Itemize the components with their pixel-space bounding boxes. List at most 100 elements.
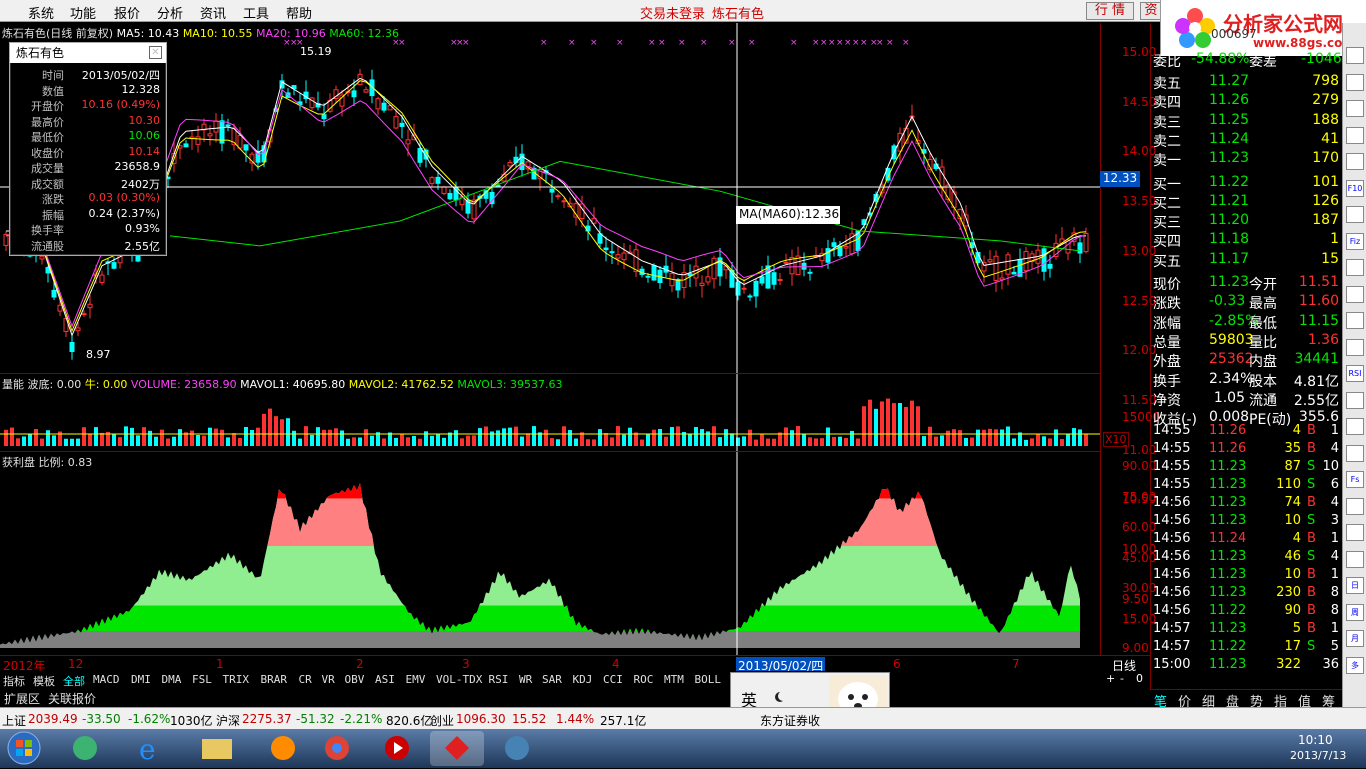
- volume-bar: [466, 435, 470, 446]
- volume-bar: [268, 408, 272, 446]
- windows-start-icon[interactable]: [4, 730, 44, 767]
- toolbar-button[interactable]: [1346, 497, 1364, 515]
- toolbar-button[interactable]: 周: [1346, 603, 1364, 621]
- tab-indicator[interactable]: VOL-TDX: [436, 673, 482, 686]
- menu-news[interactable]: 资讯: [200, 3, 226, 22]
- tab-indicator[interactable]: FSL: [192, 673, 212, 686]
- profit-chart[interactable]: 获利盘 比例: 0.83: [0, 451, 1100, 656]
- data-window[interactable]: 炼石有色 ✕ 时间 2013/05/02/四 数值 12.328 开盘价 10.16 (0…: [9, 42, 167, 256]
- paint-icon[interactable]: [490, 731, 544, 766]
- order-ratio-value: -54.88%: [1191, 51, 1250, 67]
- info-button[interactable]: 资: [1140, 2, 1162, 20]
- bid-row: 买五 11.17 15: [1151, 251, 1343, 270]
- tab-indicator[interactable]: ASI: [375, 673, 395, 686]
- toolbar-button[interactable]: 多: [1346, 656, 1364, 674]
- data-window-row: 流通股 2.55亿: [10, 238, 166, 254]
- toolbar-button[interactable]: 月: [1346, 630, 1364, 647]
- tab-indicator[interactable]: SAR: [542, 673, 562, 686]
- menu-function[interactable]: 功能: [70, 3, 96, 22]
- tick-row: 14:57 11.22 17 S 5: [1151, 639, 1343, 658]
- tab-extension[interactable]: 扩展区: [4, 690, 40, 707]
- volume-bar: [898, 403, 902, 446]
- tab-indicator[interactable]: WR: [519, 673, 532, 686]
- tab-indicator[interactable]: VR: [322, 673, 335, 686]
- volume-chart[interactable]: 量能 波底: 0.00 牛: 0.00 VOLUME: 23658.90 MAV…: [0, 373, 1100, 452]
- tab-indicator[interactable]: ROC: [634, 673, 654, 686]
- menu-quote[interactable]: 报价: [114, 3, 140, 22]
- tab-indicator[interactable]: KDJ: [573, 673, 593, 686]
- tab-indicator[interactable]: BRAR: [261, 673, 288, 686]
- ie-icon[interactable]: e: [124, 731, 178, 766]
- data-window-title: 炼石有色: [10, 43, 166, 63]
- volume-bar: [988, 428, 992, 446]
- close-icon[interactable]: ✕: [149, 46, 162, 59]
- toolbar-button[interactable]: Fiz: [1346, 232, 1364, 250]
- data-window-value: 10.14: [128, 144, 161, 158]
- toolbar-button[interactable]: [1346, 391, 1364, 409]
- toolbar-button[interactable]: [1346, 73, 1364, 91]
- tab-indicator[interactable]: 全部: [63, 673, 85, 689]
- toolbar-button[interactable]: [1346, 126, 1364, 144]
- toolbar-button[interactable]: Fs: [1346, 471, 1364, 488]
- bid-row-price: 11.18: [1209, 231, 1250, 248]
- stock-app-icon[interactable]: [430, 731, 484, 766]
- toolbar-button[interactable]: [1346, 285, 1364, 303]
- chrome-icon[interactable]: [310, 731, 364, 766]
- tab-indicator[interactable]: TRIX: [223, 673, 250, 686]
- tab-indicator[interactable]: MTM: [664, 673, 684, 686]
- candle-body: [609, 251, 615, 254]
- menu-analysis[interactable]: 分析: [157, 3, 183, 22]
- volume-bar: [4, 429, 8, 446]
- tick-time: 14:55: [1153, 459, 1191, 474]
- tab-indicator[interactable]: BOLL: [695, 673, 722, 686]
- toolbar-button[interactable]: [1346, 47, 1364, 64]
- toolbar-button[interactable]: 日: [1346, 577, 1364, 594]
- stat-value: 2.55亿: [1293, 392, 1339, 409]
- candle-body: [675, 279, 681, 291]
- toolbar-button[interactable]: RSI: [1346, 365, 1364, 382]
- media-icon[interactable]: [256, 731, 310, 766]
- menu-system[interactable]: 系统: [28, 3, 54, 22]
- tab-indicator[interactable]: OBV: [345, 673, 365, 686]
- candle-body: [621, 252, 627, 261]
- tab-related-quotes[interactable]: 关联报价: [48, 690, 96, 707]
- quote-panel: 委比 -54.88% 委差 -1046 000697 卖五 11.27 798 卖四 11.26 2…: [1150, 23, 1342, 707]
- volume-bar: [514, 426, 518, 446]
- player-icon[interactable]: [370, 731, 424, 766]
- tab-indicator[interactable]: EMV: [406, 673, 426, 686]
- signal-marker: ×: [648, 38, 656, 48]
- tab-indicator[interactable]: MACD: [93, 673, 120, 686]
- toolbar-button[interactable]: [1346, 418, 1364, 435]
- toolbar-button[interactable]: [1346, 550, 1364, 568]
- tab-indicator[interactable]: 指标: [3, 673, 25, 689]
- tab-indicator[interactable]: CCI: [603, 673, 623, 686]
- tab-indicator[interactable]: RSI: [489, 673, 509, 686]
- toolbar-button[interactable]: [1346, 524, 1364, 541]
- toolbar-button[interactable]: [1346, 312, 1364, 329]
- candle-body: [831, 242, 837, 247]
- toolbar-button[interactable]: [1346, 100, 1364, 117]
- app-icon[interactable]: [58, 731, 112, 766]
- toolbar-button[interactable]: [1346, 338, 1364, 356]
- folder-icon[interactable]: [190, 731, 244, 766]
- toolbar-button[interactable]: [1346, 259, 1364, 276]
- volume-bar: [214, 428, 218, 446]
- tab-indicator[interactable]: 模板: [33, 673, 55, 689]
- tick-row: 14:56 11.23 10 B 1: [1151, 567, 1343, 586]
- volume-bar: [634, 432, 638, 446]
- zoom-in-button[interactable]: +: [1106, 672, 1115, 685]
- toolbar-button[interactable]: F10: [1346, 179, 1364, 197]
- volume-bar: [256, 427, 260, 446]
- toolbar-button[interactable]: [1346, 444, 1364, 462]
- tab-indicator[interactable]: DMI: [131, 673, 151, 686]
- tick-side: B: [1307, 585, 1316, 600]
- menu-tools[interactable]: 工具: [243, 3, 269, 22]
- zoom-out-button[interactable]: -: [1120, 672, 1124, 685]
- toolbar-button[interactable]: [1346, 153, 1364, 170]
- toolbar-button[interactable]: [1346, 206, 1364, 223]
- tab-indicator[interactable]: DMA: [162, 673, 182, 686]
- tab-indicator[interactable]: CR: [299, 673, 312, 686]
- ask-row-price: 11.27: [1209, 73, 1250, 89]
- menu-help[interactable]: 帮助: [286, 3, 312, 22]
- quote-button[interactable]: 行 情: [1086, 2, 1134, 20]
